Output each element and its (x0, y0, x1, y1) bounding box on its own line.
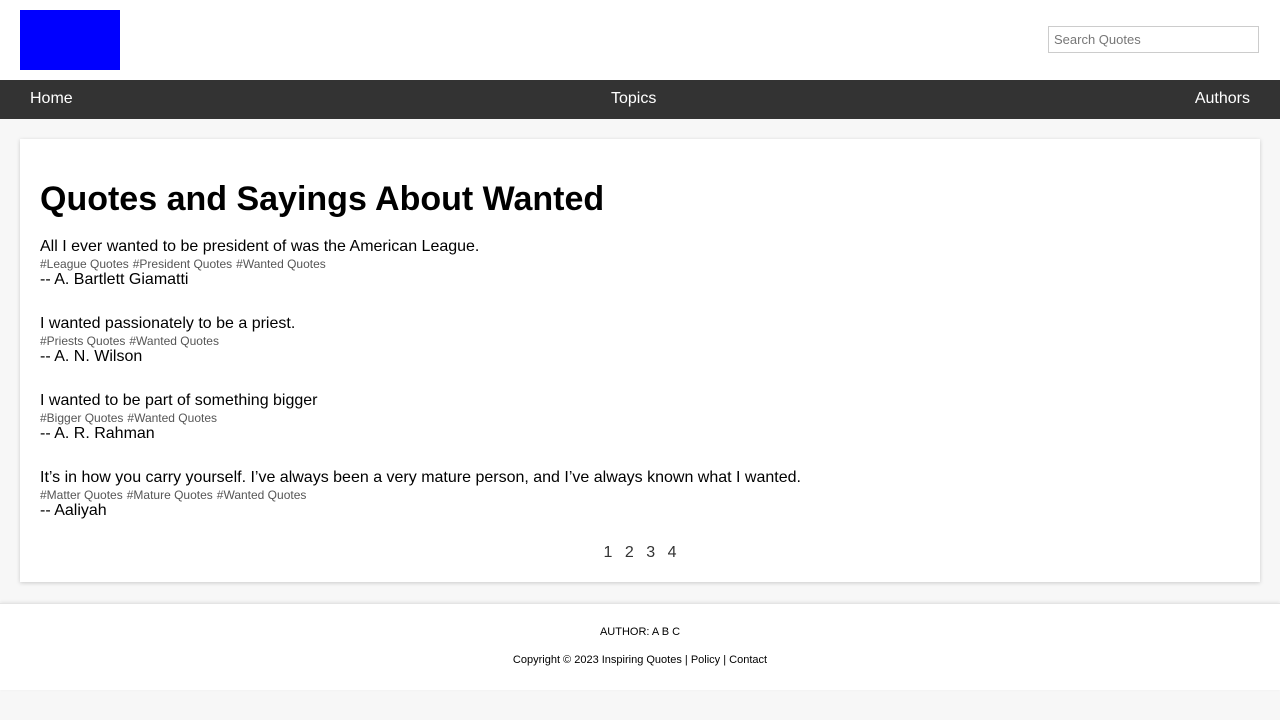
tag-link[interactable]: #President Quotes (133, 257, 232, 271)
tag-link[interactable]: #Wanted Quotes (129, 334, 219, 348)
author-letter-c[interactable]: C (672, 626, 680, 638)
tag-link[interactable]: #Bigger Quotes (40, 411, 123, 425)
quote-item: It’s in how you carry yourself. I’ve alw… (40, 468, 1240, 545)
quote-author: -- A. R. Rahman (40, 425, 155, 442)
quote-tags: #Bigger Quotes #Wanted Quotes (40, 411, 1240, 425)
footer-separator: | (684, 654, 688, 666)
copyright-text: Copyright © 2023 Inspiring Quotes (512, 654, 682, 666)
footer-separator: | (723, 654, 727, 666)
policy-link[interactable]: Policy (691, 654, 720, 666)
quote-tags: #Matter Quotes #Mature Quotes #Wanted Quot… (40, 488, 1240, 502)
quote-author: -- A. Bartlett Giamatti (40, 271, 189, 288)
tag-link[interactable]: #Priests Quotes (40, 334, 125, 348)
quote-author: -- A. N. Wilson (40, 348, 143, 365)
nav-topics-link[interactable]: Topics (611, 80, 656, 119)
footer-author-index: AUTHOR: A B C (0, 626, 1280, 638)
contact-link[interactable]: Contact (729, 654, 767, 666)
quote-text: I wanted passionately to be a priest. (40, 315, 296, 332)
quote-text: All I ever wanted to be president of was… (40, 238, 480, 255)
main-nav: Home Topics Authors (0, 80, 1280, 119)
pagination: 1 2 3 4 (20, 542, 1260, 564)
page-link-3[interactable]: 3 (646, 544, 655, 561)
page-link-2[interactable]: 2 (625, 544, 634, 561)
site-footer: AUTHOR: A B C Copyright © 2023 Inspiring… (0, 603, 1280, 690)
search-input[interactable] (1048, 26, 1259, 53)
tag-link[interactable]: #Wanted Quotes (217, 488, 307, 502)
tag-link[interactable]: #Wanted Quotes (236, 257, 326, 271)
nav-authors-link[interactable]: Authors (1195, 80, 1250, 119)
site-logo[interactable] (20, 10, 120, 70)
quotes-card: Quotes and Sayings About Wanted All I ev… (20, 139, 1260, 582)
quote-tags: #Priests Quotes #Wanted Quotes (40, 334, 1240, 348)
quote-item: I wanted to be part of something bigger … (40, 391, 1240, 468)
quote-text: It’s in how you carry yourself. I’ve alw… (40, 469, 801, 486)
quote-item: I wanted passionately to be a priest. #P… (40, 314, 1240, 391)
page-title: Quotes and Sayings About Wanted (40, 180, 605, 218)
site-header (0, 0, 1280, 80)
tag-link[interactable]: #Matter Quotes (40, 488, 123, 502)
footer-copyright-line: Copyright © 2023 Inspiring Quotes | Poli… (0, 654, 1280, 666)
tag-link[interactable]: #League Quotes (40, 257, 129, 271)
author-letter-a[interactable]: A (652, 626, 659, 638)
quote-text: I wanted to be part of something bigger (40, 392, 318, 409)
tag-link[interactable]: #Wanted Quotes (127, 411, 217, 425)
author-index-label: AUTHOR: (599, 626, 650, 638)
quote-author: -- Aaliyah (40, 502, 107, 519)
quote-list: All I ever wanted to be president of was… (40, 237, 1240, 545)
nav-home-link[interactable]: Home (30, 80, 73, 119)
tag-link[interactable]: #Mature Quotes (127, 488, 213, 502)
page-link-4[interactable]: 4 (668, 544, 677, 561)
author-letter-b[interactable]: B (662, 626, 669, 638)
quote-tags: #League Quotes #President Quotes #Wanted Q… (40, 257, 1240, 271)
quote-item: All I ever wanted to be president of was… (40, 237, 1240, 314)
page-link-1[interactable]: 1 (604, 544, 613, 561)
